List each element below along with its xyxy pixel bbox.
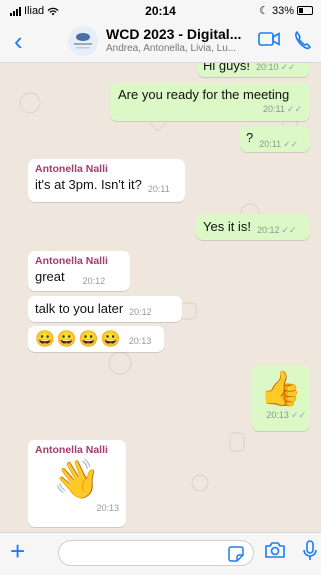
moon-icon: ☾ (259, 5, 269, 17)
read-receipt-icon: ✓✓ (281, 225, 297, 235)
message-text: great (35, 269, 65, 284)
chat-participants: Andrea, Antonella, Livia, Lu... (106, 43, 237, 54)
message-bubble-incoming[interactable]: talk to you later 20:12 (28, 296, 182, 322)
message-composer: + (0, 532, 321, 575)
message-input[interactable] (58, 540, 254, 566)
message-time: 20:13 (96, 503, 119, 513)
message-time: 20:10 (255, 63, 279, 72)
message-time: 20:11 (259, 139, 282, 149)
group-logo-icon (68, 26, 98, 56)
chat-title-block[interactable]: WCD 2023 - Digital... Andrea, Antonella,… (106, 26, 256, 54)
read-receipt-icon: ✓✓ (290, 410, 306, 420)
message-time: 20:12 (82, 276, 106, 286)
message-time: 20:11 (263, 104, 285, 114)
message-text: Yes it is! (203, 219, 251, 234)
sender-name: Antonella Nalli (35, 255, 108, 267)
message-time: 20:12 (129, 307, 152, 317)
message-time: 20:11 (147, 184, 170, 194)
message-bubble-outgoing[interactable]: 👍 20:13 ✓✓ (252, 365, 310, 431)
thumbs-up-emoji: 👍 (259, 370, 303, 408)
chat-area[interactable]: Hi guys! 20:10 ✓✓ Are you ready for the me… (0, 63, 321, 532)
battery-percent: 33% (271, 4, 294, 17)
microphone-icon[interactable] (303, 540, 317, 562)
message-bubble-incoming[interactable]: Antonella Nalli great 20:12 (28, 251, 130, 291)
message-text: talk to you later (35, 301, 124, 316)
message-bubble-outgoing[interactable]: ? 20:11 ✓✓ (240, 126, 310, 152)
camera-icon[interactable] (264, 541, 286, 559)
plus-icon[interactable]: + (10, 538, 25, 564)
message-emoji: 😀😀😀😀 (35, 331, 123, 348)
message-text: it's at 3pm. Isn't it? (35, 177, 142, 192)
group-avatar[interactable] (68, 26, 98, 56)
message-bubble-incoming[interactable]: Antonella Nalli 👋 20:13 (28, 440, 126, 527)
message-time: 20:12 (256, 225, 280, 235)
chat-header: ‹ WCD 2023 - Digital... Andrea, Antonell… (0, 22, 321, 63)
chat-title: WCD 2023 - Digital... (106, 26, 242, 42)
message-time: 20:13 (266, 410, 289, 420)
message-text: Are you ready for the meeting (118, 87, 290, 102)
battery-status: ☾ 33% (259, 4, 313, 17)
status-bar: Iliad 20:14 ☾ 33% (0, 0, 321, 22)
back-chevron-icon[interactable]: ‹ (14, 28, 23, 54)
message-bubble-incoming[interactable]: Antonella Nalli it's at 3pm. Isn't it? 20… (28, 159, 185, 202)
message-bubble-outgoing[interactable]: Hi guys! 20:10 ✓✓ (197, 63, 310, 77)
phone-call-icon[interactable] (294, 30, 312, 50)
read-receipt-icon: ✓✓ (286, 104, 302, 114)
message-bubble-outgoing[interactable]: Yes it is! 20:12 ✓✓ (196, 214, 310, 240)
video-call-icon[interactable] (258, 31, 280, 47)
sender-name: Antonella Nalli (35, 163, 108, 175)
message-text: ? (246, 130, 254, 145)
message-bubble-incoming[interactable]: 😀😀😀😀 20:13 (28, 326, 164, 352)
message-text: Hi guys! (203, 63, 250, 73)
waving-hand-emoji: 👋 (53, 459, 101, 501)
sender-name: Antonella Nalli (35, 444, 108, 456)
sticker-icon[interactable] (228, 546, 244, 562)
battery-icon (297, 6, 313, 15)
read-receipt-icon: ✓✓ (280, 63, 296, 72)
message-bubble-outgoing[interactable]: Are you ready for the meeting 20:11 ✓✓ (110, 83, 310, 121)
message-time: 20:13 (128, 336, 152, 346)
read-receipt-icon: ✓✓ (283, 139, 299, 149)
